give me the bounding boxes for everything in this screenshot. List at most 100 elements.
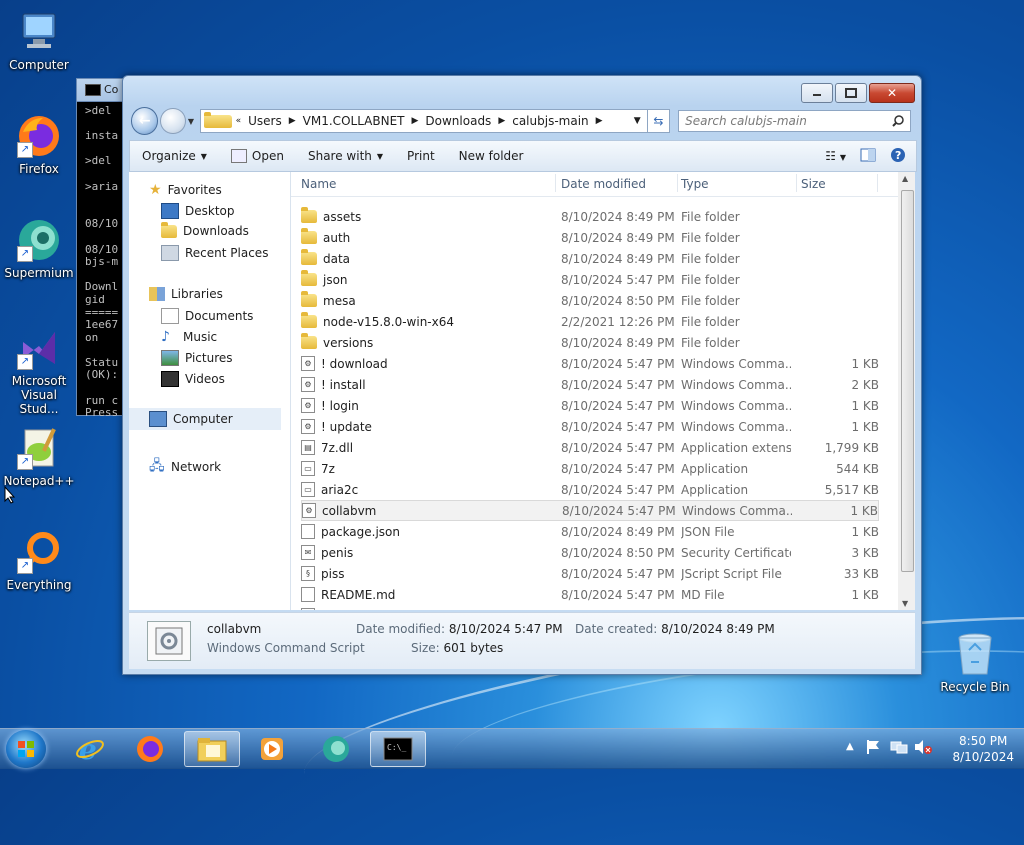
refresh-button[interactable]: ⇆	[647, 109, 671, 133]
table-row[interactable]: assets 8/10/2024 8:49 PM File folder	[301, 206, 879, 227]
file-name: README.md	[321, 587, 396, 602]
nav-documents[interactable]: Documents	[161, 308, 253, 324]
table-row[interactable]: ⚙ ! update 8/10/2024 5:47 PM Windows Comma.…	[301, 416, 879, 437]
taskbar-firefox[interactable]	[122, 731, 178, 767]
chevron-right-icon[interactable]: ▶	[410, 116, 419, 126]
desktop-icon-label: Firefox	[19, 162, 59, 176]
table-row[interactable]: ⚙ collabvm 8/10/2024 5:47 PM Windows Comma.…	[301, 500, 879, 521]
file-size-cell: 33 KB	[843, 566, 879, 581]
column-divider[interactable]	[796, 174, 797, 192]
chevron-right-icon[interactable]: ▶	[288, 116, 297, 126]
view-options-button[interactable]: ☷ ▼	[825, 149, 846, 163]
print-button[interactable]: Print	[395, 149, 447, 163]
desktop-icon-visual-studio[interactable]: ↗ Microsoft Visual Stud...	[1, 324, 77, 416]
table-row[interactable]: auth 8/10/2024 8:49 PM File folder	[301, 227, 879, 248]
taskbar-explorer[interactable]	[184, 731, 240, 767]
desktop-icon-recycle-bin[interactable]: Recycle Bin	[937, 630, 1013, 694]
chevron-right-icon[interactable]: ▶	[595, 116, 604, 126]
nav-computer[interactable]: Computer	[129, 408, 281, 430]
nav-pictures[interactable]: Pictures	[161, 350, 233, 366]
desktop-icon-computer[interactable]: Computer	[1, 8, 77, 72]
nav-label: Downloads	[183, 224, 249, 238]
nav-music[interactable]: ♪ Music	[161, 329, 217, 345]
column-date-modified[interactable]: Date modified	[561, 177, 646, 191]
breadcrumb-calubjs[interactable]: calubjs-main	[506, 114, 594, 128]
open-button[interactable]: Open	[219, 149, 296, 163]
vertical-scrollbar[interactable]: ▲ ▼	[898, 172, 915, 610]
table-row[interactable]: ✉ penis 8/10/2024 8:50 PM Security Certific…	[301, 542, 879, 563]
file-size-cell: 1 KB	[851, 587, 879, 602]
table-row[interactable]: ▭ 7z 8/10/2024 5:47 PM Application 544 KB	[301, 458, 879, 479]
recent-pages-dropdown[interactable]: ▼	[188, 117, 198, 126]
minimize-icon	[813, 94, 821, 96]
column-divider[interactable]	[877, 174, 878, 192]
file-list[interactable]: Name ^ Date modified Type Size assets 8/1…	[291, 172, 915, 610]
table-row[interactable]: ⚙ ! login 8/10/2024 5:47 PM Windows Comma..…	[301, 395, 879, 416]
nav-recent-places[interactable]: Recent Places	[161, 245, 268, 261]
column-divider[interactable]	[677, 174, 678, 192]
table-row[interactable]: package.json 8/10/2024 8:49 PM JSON File 1 …	[301, 521, 879, 542]
table-row[interactable]: ▭ aria2c 8/10/2024 5:47 PM Application 5,517…	[301, 479, 879, 500]
show-hidden-icons-button[interactable]: ▲	[846, 741, 854, 752]
taskbar-internet-explorer[interactable]: e	[62, 731, 118, 767]
table-row[interactable]: § piss 8/10/2024 5:47 PM JScript Script Fil…	[301, 563, 879, 584]
chevron-right-icon[interactable]: ▶	[497, 116, 506, 126]
file-name: aria2c	[321, 482, 359, 497]
column-type[interactable]: Type	[681, 177, 709, 191]
scroll-down-icon[interactable]: ▼	[902, 599, 908, 608]
action-center-flag-icon[interactable]	[866, 739, 880, 758]
minimize-button[interactable]	[801, 83, 833, 103]
desktop-icon-supermium[interactable]: ↗ Supermium	[1, 216, 77, 280]
table-row[interactable]: json 8/10/2024 5:47 PM File folder	[301, 269, 879, 290]
table-row[interactable]: README.md 8/10/2024 5:47 PM MD File 1 KB	[301, 584, 879, 605]
breadcrumb-vm1[interactable]: VM1.COLLABNET	[297, 114, 411, 128]
address-dropdown-icon[interactable]: ▼	[628, 116, 647, 126]
scrollbar-thumb[interactable]	[901, 190, 914, 572]
clock-time: 8:50 PM	[959, 734, 1008, 748]
share-with-menu[interactable]: Share with ▼	[296, 149, 395, 163]
volume-muted-icon[interactable]	[914, 739, 932, 758]
breadcrumb[interactable]: « Users ▶ VM1.COLLABNET ▶ Downloads ▶ calub…	[199, 109, 648, 133]
desktop-icon-firefox[interactable]: ↗ Firefox	[1, 112, 77, 176]
column-size[interactable]: Size	[801, 177, 826, 191]
taskbar-supermium[interactable]	[308, 731, 364, 767]
nav-network[interactable]: 🖧 Network	[149, 455, 221, 479]
nav-videos[interactable]: Videos	[161, 371, 225, 387]
table-row[interactable]: ⚙ ! install 8/10/2024 5:47 PM Windows Comma…	[301, 374, 879, 395]
breadcrumb-history[interactable]: «	[235, 116, 243, 126]
breadcrumb-users[interactable]: Users	[242, 114, 288, 128]
desktop-icon-notepadplusplus[interactable]: ↗ Notepad++	[1, 424, 77, 488]
maximize-button[interactable]	[835, 83, 867, 103]
table-row[interactable]: node-v15.8.0-win-x64 2/2/2021 12:26 PM Fil…	[301, 311, 879, 332]
search-input[interactable]: Search calubjs-main	[678, 110, 911, 132]
nav-desktop[interactable]: Desktop	[161, 203, 235, 219]
preview-pane-button[interactable]	[860, 148, 876, 165]
organize-menu[interactable]: Organize ▼	[130, 149, 219, 163]
nav-downloads[interactable]: Downloads	[161, 221, 249, 238]
desktop-icon-everything[interactable]: ↗ Everything	[1, 528, 77, 592]
nav-favorites[interactable]: ★ Favorites	[149, 182, 222, 198]
start-button[interactable]	[6, 730, 46, 768]
network-tray-icon[interactable]	[890, 739, 908, 758]
new-folder-button[interactable]: New folder	[447, 149, 536, 163]
table-row[interactable]: ⚙ ! download 8/10/2024 5:47 PM Windows Comm…	[301, 353, 879, 374]
scroll-up-icon[interactable]: ▲	[902, 174, 908, 183]
clock[interactable]: 8:50 PM 8/10/2024	[952, 733, 1014, 765]
explorer-window[interactable]: ✕ ← ▼ « Users ▶ VM1.COLLABNET ▶ Downloads ▶…	[122, 75, 922, 675]
column-name[interactable]: Name	[301, 177, 336, 191]
nav-libraries[interactable]: Libraries	[149, 287, 223, 301]
back-button[interactable]: ←	[131, 107, 159, 135]
taskbar-media-player[interactable]	[244, 731, 300, 767]
file-date-cell: 8/10/2024 8:49 PM	[561, 524, 675, 539]
close-button[interactable]: ✕	[869, 83, 915, 103]
column-divider[interactable]	[555, 174, 556, 192]
table-row[interactable]: § shid 8/10/2024 5:47 PM JScript Script Fil…	[301, 605, 879, 610]
table-row[interactable]: ▤ 7z.dll 8/10/2024 5:47 PM Application exte…	[301, 437, 879, 458]
help-button[interactable]: ?	[890, 147, 906, 166]
taskbar-command-prompt[interactable]: C:\_	[370, 731, 426, 767]
table-row[interactable]: data 8/10/2024 8:49 PM File folder	[301, 248, 879, 269]
breadcrumb-downloads[interactable]: Downloads	[419, 114, 497, 128]
table-row[interactable]: mesa 8/10/2024 8:50 PM File folder	[301, 290, 879, 311]
forward-button[interactable]	[160, 108, 186, 134]
table-row[interactable]: versions 8/10/2024 8:49 PM File folder	[301, 332, 879, 353]
